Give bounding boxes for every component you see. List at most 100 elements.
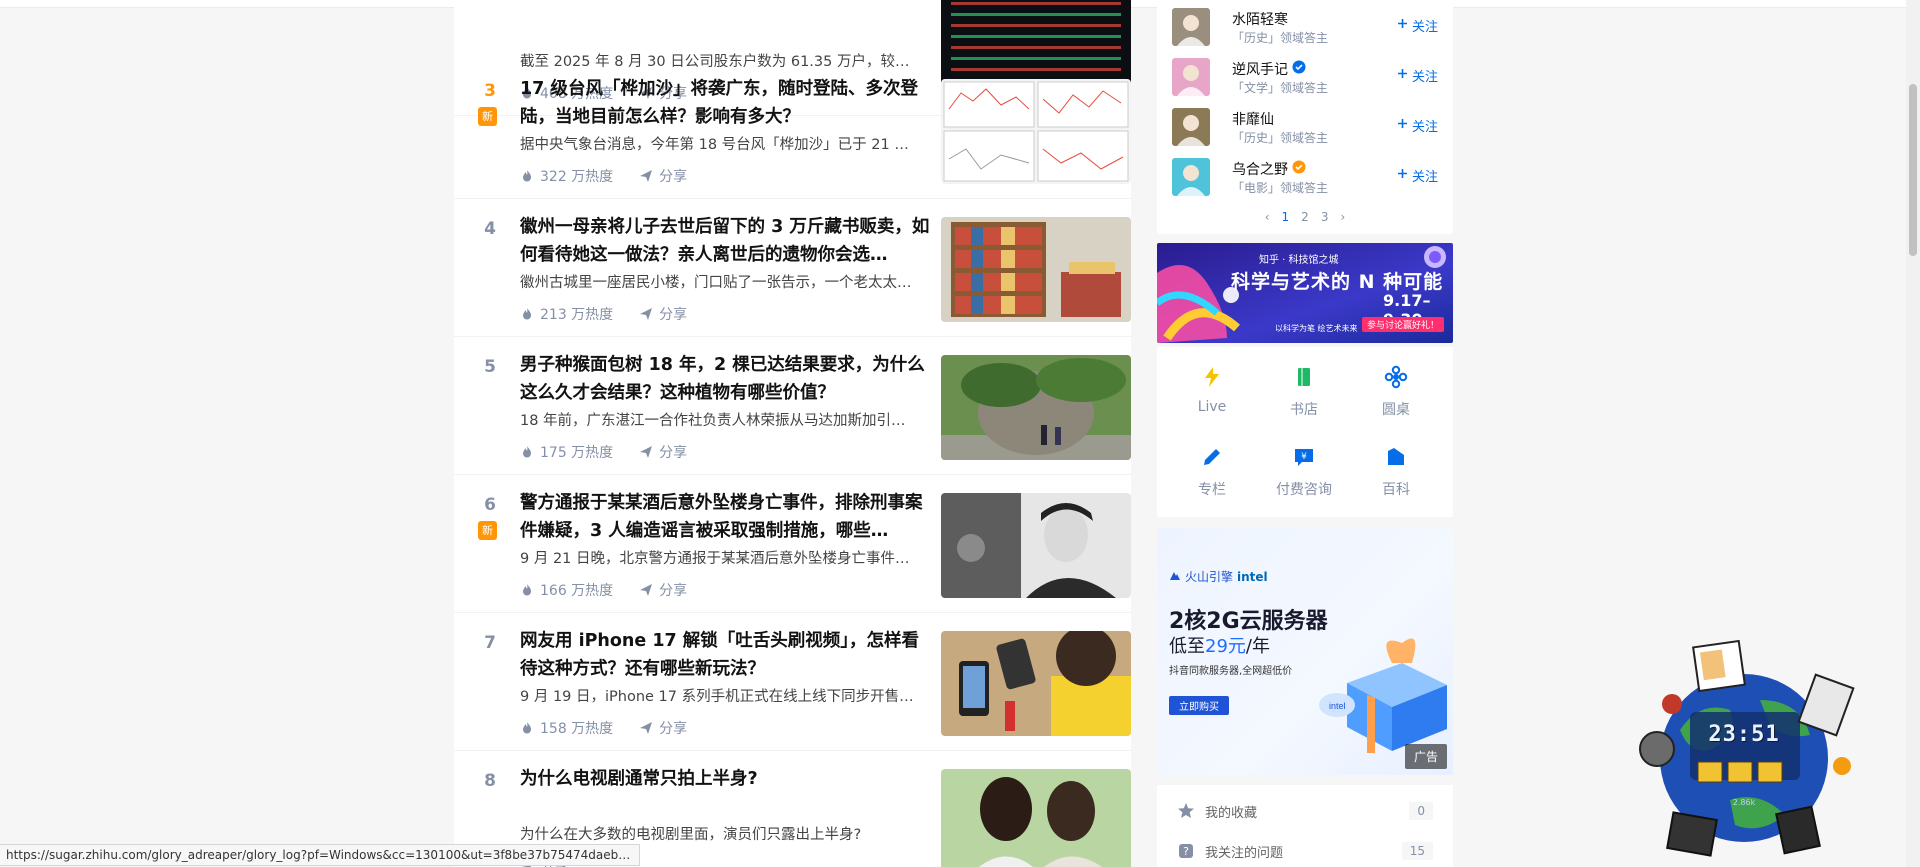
hot-item-meta: 158 万热度 分享 (520, 718, 687, 738)
tool-label: 付费咨询 (1276, 482, 1332, 498)
user-name[interactable]: 水陌轻寒 (1232, 9, 1288, 29)
pager-page-button[interactable]: 2 (1301, 210, 1309, 224)
hot-list: 截至 2025 年 8 月 30 日公司股东户数为 61.35 万户，较上… 40… (454, 0, 1131, 867)
svg-text:?: ? (1183, 845, 1189, 858)
hot-item-thumbnail[interactable] (941, 493, 1131, 598)
thumbnail-image (941, 79, 1131, 184)
ad-logo: 火山引擎 intel (1169, 568, 1268, 585)
share-label: 分享 (659, 307, 688, 323)
avatar[interactable] (1172, 108, 1210, 146)
share-icon (639, 721, 653, 735)
share-button[interactable]: 分享 (639, 718, 687, 738)
recommend-pager: ‹ 1 2 3 › (1157, 210, 1453, 224)
hot-item-title[interactable]: 警方通报于某某酒后意外坠楼身亡事件，排除刑事案件嫌疑，3 人编造谣言被采取强制措… (520, 489, 930, 545)
hot-rank: 7 (484, 633, 496, 653)
tool-lightning[interactable]: Live (1167, 365, 1257, 415)
user-domain: 「历史」领域答主 (1232, 31, 1329, 45)
share-label: 分享 (659, 169, 688, 185)
roundtable-icon (1351, 365, 1441, 389)
banner-cta-button[interactable]: 参与讨论赢好礼！ (1362, 317, 1445, 332)
ad-price-prefix: 低至 (1169, 636, 1205, 657)
heat-value: 322 万热度 (540, 169, 614, 185)
tool-book[interactable]: 书店 (1259, 365, 1349, 419)
ad-tag: 广告 (1404, 744, 1447, 769)
verified-badge-icon (1292, 160, 1306, 178)
pager-page-button[interactable]: 3 (1321, 210, 1329, 224)
plus-icon (1397, 68, 1408, 83)
avatar[interactable] (1172, 58, 1210, 96)
thumbnail-image (941, 631, 1131, 736)
hot-item-title[interactable]: 男子种猴面包树 18 年，2 棵已达结果要求，为什么这么久才会结果？这种植物有哪… (520, 351, 930, 407)
avatar-image (1172, 8, 1210, 46)
follow-button[interactable]: 关注 (1397, 166, 1438, 185)
avatar[interactable] (1172, 158, 1210, 196)
hot-list-item[interactable]: 6 新 警方通报于某某酒后意外坠楼身亡事件，排除刑事案件嫌疑，3 人编造谣言被采取强… (454, 475, 1131, 613)
share-button[interactable]: 分享 (639, 442, 687, 462)
share-button[interactable]: 分享 (639, 580, 687, 600)
ad-logo-right: intel (1237, 569, 1268, 584)
tool-roundtable[interactable]: 圆桌 (1351, 365, 1441, 419)
ad-title: 2核2G云服务器 (1169, 609, 1328, 634)
hot-item-title[interactable]: 17 级台风「桦加沙」将袭广东，随时登陆、多次登陆，当地目前怎么样？影响有多大？ (520, 75, 930, 131)
pager-prev-button[interactable]: ‹ (1265, 210, 1270, 224)
desktop-pet-widget[interactable]: 23:51 2.86k (1610, 640, 1875, 867)
question-icon: ? (1177, 842, 1195, 860)
hot-rank: 8 (484, 771, 496, 791)
sidebar-link[interactable]: 我的收藏 0 (1177, 799, 1433, 823)
thumbnail-image (941, 217, 1131, 322)
hot-item-title[interactable]: 网友用 iPhone 17 解锁「吐舌头刷视频」，怎样看待这种方式？还有哪些新玩… (520, 627, 930, 683)
heat-metric: 158 万热度 (520, 718, 613, 738)
user-name[interactable]: 逆风手记 (1232, 59, 1306, 79)
tool-paid-consult[interactable]: ¥ 付费咨询 (1259, 445, 1349, 499)
hot-rank: 5 (484, 357, 496, 377)
heat-value: 213 万热度 (540, 307, 614, 323)
book-icon (1259, 365, 1349, 389)
hot-item-thumbnail[interactable] (941, 355, 1131, 460)
hot-item-thumbnail[interactable] (941, 769, 1131, 867)
hot-item-thumbnail[interactable] (941, 217, 1131, 322)
user-name[interactable]: 乌合之野 (1232, 159, 1306, 179)
tool-pen[interactable]: 专栏 (1167, 445, 1257, 499)
hot-list-item[interactable]: 7 网友用 iPhone 17 解锁「吐舌头刷视频」，怎样看待这种方式？还有哪些新… (454, 613, 1131, 751)
paid-consult-icon: ¥ (1259, 445, 1349, 469)
ad-buy-button[interactable]: 立即购买 (1169, 696, 1229, 715)
user-name[interactable]: 非靡仙 (1232, 109, 1274, 129)
hot-list-item[interactable]: 3 新 17 级台风「桦加沙」将袭广东，随时登陆、多次登陆，当地目前怎么样？影响有多… (454, 61, 1131, 199)
hot-item-excerpt: 徽州古城里一座居民小楼，门口贴了一张告示，一个老太太… (520, 275, 912, 291)
hot-item-thumbnail[interactable] (941, 631, 1131, 736)
avatar[interactable] (1172, 8, 1210, 46)
hot-item-meta: 213 万热度 分享 (520, 304, 687, 324)
plus-icon (1397, 168, 1408, 183)
share-button[interactable]: 分享 (639, 166, 687, 186)
hot-item-meta: 175 万热度 分享 (520, 442, 687, 462)
follow-button[interactable]: 关注 (1397, 16, 1438, 35)
tool-wiki[interactable]: 百科 (1351, 445, 1441, 499)
link-count: 15 (1401, 842, 1433, 860)
follow-label: 关注 (1411, 120, 1438, 135)
banner-top-text: 知乎 · 科技馆之城 (1259, 255, 1339, 266)
event-banner[interactable]: 知乎 · 科技馆之城 科学与艺术的 N 种可能 9.17–9.30 以科学为笔 … (1157, 243, 1453, 343)
pager-page-button[interactable]: 1 (1282, 210, 1290, 224)
hot-item-title[interactable]: 为什么电视剧通常只拍上半身? (520, 765, 930, 793)
share-label: 分享 (659, 721, 688, 737)
recommend-user-row: 水陌轻寒「历史」领域答主 关注 (1172, 6, 1438, 48)
hot-list-item[interactable]: 4 徽州一母亲将儿子去世后留下的 3 万斤藏书贩卖，如何看待她这一做法？亲人离世后… (454, 199, 1131, 337)
share-button[interactable]: 分享 (639, 304, 687, 324)
banner-headline: 科学与艺术的 N 种可能 (1231, 271, 1444, 293)
hot-item-excerpt: 9 月 19 日，iPhone 17 系列手机正式在线上线下同步开售… (520, 689, 914, 705)
follow-button[interactable]: 关注 (1397, 116, 1438, 135)
ad-card[interactable]: 火山引擎 intel 2核2G云服务器 低至29元/年 抖音同款服务器,全网超低… (1157, 528, 1453, 775)
tool-label: Live (1197, 399, 1227, 415)
hot-item-excerpt: 18 年前，广东湛江一合作社负责人林荣振从马达加斯加引… (520, 413, 906, 429)
share-icon (639, 445, 653, 459)
follow-button[interactable]: 关注 (1397, 66, 1438, 85)
tool-label: 圆桌 (1382, 402, 1410, 418)
sidebar-link[interactable]: ? 我关注的问题 15 (1177, 839, 1433, 863)
page-scrollbar-thumb[interactable] (1909, 84, 1917, 256)
hot-item-title[interactable]: 徽州一母亲将儿子去世后留下的 3 万斤藏书贩卖，如何看待她这一做法？亲人离世后的… (520, 213, 930, 269)
hot-item-thumbnail[interactable] (941, 79, 1131, 184)
hot-list-item[interactable]: 5 男子种猴面包树 18 年，2 棵已达结果要求，为什么这么久才会结果？这种植物有… (454, 337, 1131, 475)
pager-next-button[interactable]: › (1340, 210, 1345, 224)
recommend-users-card: ‹ 1 2 3 › 水陌轻寒 「历史」领域答主 关注 逆风手记 「文学」领域答主 关注 非靡仙 「历史… (1157, 0, 1453, 234)
user-name-text: 乌合之野 (1232, 162, 1288, 178)
